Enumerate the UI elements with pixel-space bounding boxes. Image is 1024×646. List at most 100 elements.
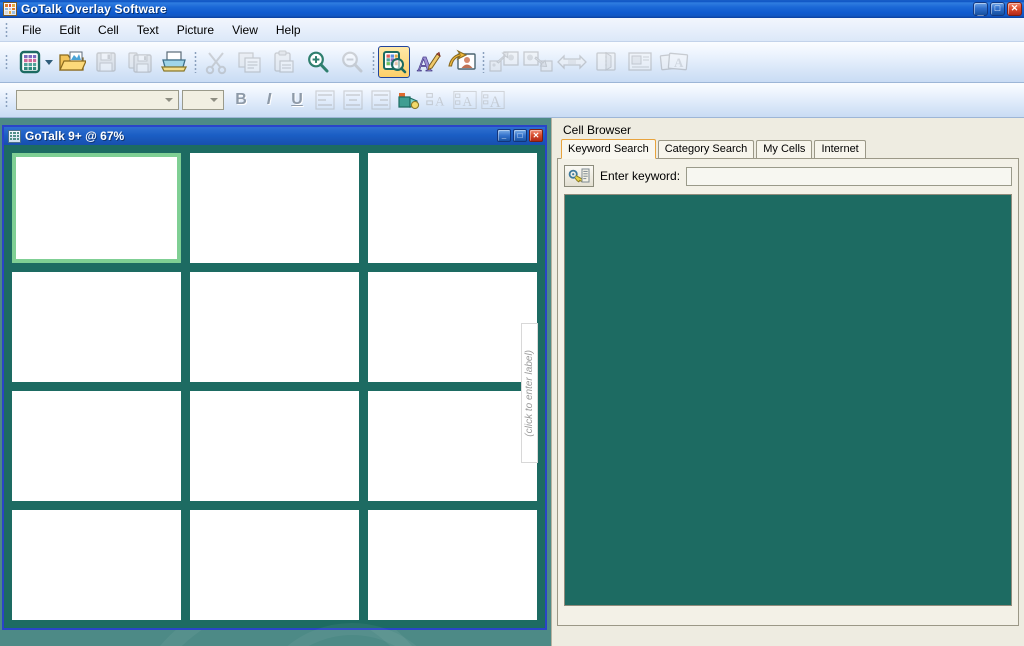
overlay-cell[interactable]: [12, 153, 181, 263]
overlay-grid-icon: [8, 129, 21, 143]
app-grid-icon: [3, 2, 17, 16]
picture-arrow-in-icon: [489, 51, 519, 72]
overlay-grid-container: (click to enter label): [4, 145, 545, 628]
main-toolbar-grip-handle[interactable]: [3, 53, 11, 71]
move-picture-in-button[interactable]: [488, 46, 520, 78]
tab-keyword-search[interactable]: Keyword Search: [561, 139, 656, 159]
print-button[interactable]: [158, 46, 190, 78]
paste-button[interactable]: [268, 46, 300, 78]
text-large-icon: A: [481, 90, 505, 111]
overlay-cell[interactable]: [12, 272, 181, 382]
overlay-cell[interactable]: [368, 391, 537, 501]
italic-button[interactable]: I: [256, 88, 282, 112]
picture-label-icon: A: [659, 52, 689, 71]
picture-arrow-out-icon: [523, 51, 553, 72]
menu-item-view[interactable]: View: [223, 20, 267, 40]
search-button[interactable]: [564, 165, 594, 187]
zoom-out-button[interactable]: [336, 46, 368, 78]
text-size-small-button[interactable]: A: [424, 87, 450, 113]
overlay-cell[interactable]: [190, 272, 359, 382]
new-overlay-button[interactable]: [14, 46, 46, 78]
import-picture-button[interactable]: [446, 46, 478, 78]
bold-button[interactable]: B: [228, 88, 254, 112]
menu-grip-handle[interactable]: [3, 20, 11, 39]
overlay-cell[interactable]: [368, 510, 537, 620]
copy-icon: [238, 52, 261, 73]
underline-icon: U: [291, 91, 303, 108]
minimize-icon: _: [501, 130, 507, 140]
cell-browser-footer: [557, 626, 1019, 646]
chevron-down-icon: [165, 98, 173, 102]
menu-item-edit[interactable]: Edit: [50, 20, 89, 40]
overlay-window-title: GoTalk 9+ @ 67%: [25, 129, 125, 143]
underline-button[interactable]: U: [284, 88, 310, 112]
menu-item-text[interactable]: Text: [128, 20, 168, 40]
align-center-button[interactable]: [340, 87, 366, 113]
overlay-cell[interactable]: [368, 272, 537, 382]
svg-text:A: A: [490, 94, 502, 111]
text-size-medium-button[interactable]: A: [452, 87, 478, 113]
stretch-picture-button[interactable]: [556, 46, 588, 78]
maximize-icon: □: [994, 2, 1001, 13]
overlay-cell[interactable]: [190, 510, 359, 620]
menu-item-picture[interactable]: Picture: [168, 20, 223, 40]
magnifier-minus-icon: [342, 51, 363, 73]
text-size-large-button[interactable]: A: [480, 87, 506, 113]
tab-internet[interactable]: Internet: [814, 140, 866, 158]
overlay-minimize-button[interactable]: _: [497, 129, 511, 142]
close-button[interactable]: ✕: [1007, 2, 1022, 16]
tab-category-search[interactable]: Category Search: [657, 140, 755, 158]
overlay-cell[interactable]: [368, 153, 537, 263]
flip-picture-button[interactable]: [590, 46, 622, 78]
align-right-icon: [371, 90, 391, 110]
overlay-window-title-bar[interactable]: GoTalk 9+ @ 67% _ □ ✕: [4, 127, 545, 145]
tab-my-cells[interactable]: My Cells: [756, 140, 813, 158]
new-overlay-dropdown-arrow-icon[interactable]: [45, 59, 53, 65]
overlay-window-controls: _ □ ✕: [497, 129, 543, 142]
overlay-maximize-button[interactable]: □: [513, 129, 527, 142]
cell-browser-button[interactable]: [378, 46, 410, 78]
overlay-cell[interactable]: [12, 391, 181, 501]
maximize-button[interactable]: □: [990, 2, 1005, 16]
overlay-label-tab[interactable]: (click to enter label): [521, 323, 538, 463]
overlay-cell[interactable]: [190, 153, 359, 263]
overlay-close-button[interactable]: ✕: [529, 129, 543, 142]
move-picture-out-button[interactable]: [522, 46, 554, 78]
save-as-button[interactable]: [124, 46, 156, 78]
copy-button[interactable]: [234, 46, 266, 78]
window-controls: _ □ ✕: [973, 2, 1022, 16]
picture-label-button[interactable]: A: [658, 46, 690, 78]
save-as-disk-icon: [128, 52, 152, 73]
cut-button[interactable]: [200, 46, 232, 78]
overlay-cell[interactable]: [190, 391, 359, 501]
keyword-input[interactable]: [686, 166, 1012, 186]
format-toolbar-grip-handle[interactable]: [3, 91, 11, 109]
magnifier-plus-icon: [308, 51, 329, 73]
maximize-icon: □: [517, 130, 523, 140]
flip-picture-icon: [596, 52, 616, 71]
menu-item-cell[interactable]: Cell: [89, 20, 128, 40]
picture-position-button[interactable]: [624, 46, 656, 78]
search-results-area[interactable]: [564, 194, 1012, 606]
font-family-select[interactable]: [16, 90, 179, 110]
font-size-select[interactable]: [182, 90, 224, 110]
text-tool-button[interactable]: A: [412, 46, 444, 78]
cell-browser-icon: [383, 51, 407, 74]
fill-color-button[interactable]: [396, 87, 422, 113]
zoom-in-button[interactable]: [302, 46, 334, 78]
menu-item-help[interactable]: Help: [267, 20, 310, 40]
main-title-bar: GoTalk Overlay Software _ □ ✕: [0, 0, 1024, 18]
open-button[interactable]: [56, 46, 88, 78]
italic-icon: I: [266, 91, 272, 108]
align-right-button[interactable]: [368, 87, 394, 113]
printer-icon: [160, 51, 188, 72]
save-button[interactable]: [90, 46, 122, 78]
stretch-horizontal-icon: [557, 54, 587, 70]
minimize-button[interactable]: _: [973, 2, 988, 16]
align-left-button[interactable]: [312, 87, 338, 113]
overlay-cell[interactable]: [12, 510, 181, 620]
toolbar-separator: [479, 51, 487, 73]
close-icon: ✕: [532, 130, 540, 140]
menu-item-file[interactable]: File: [13, 20, 50, 40]
svg-text:A: A: [462, 94, 472, 109]
